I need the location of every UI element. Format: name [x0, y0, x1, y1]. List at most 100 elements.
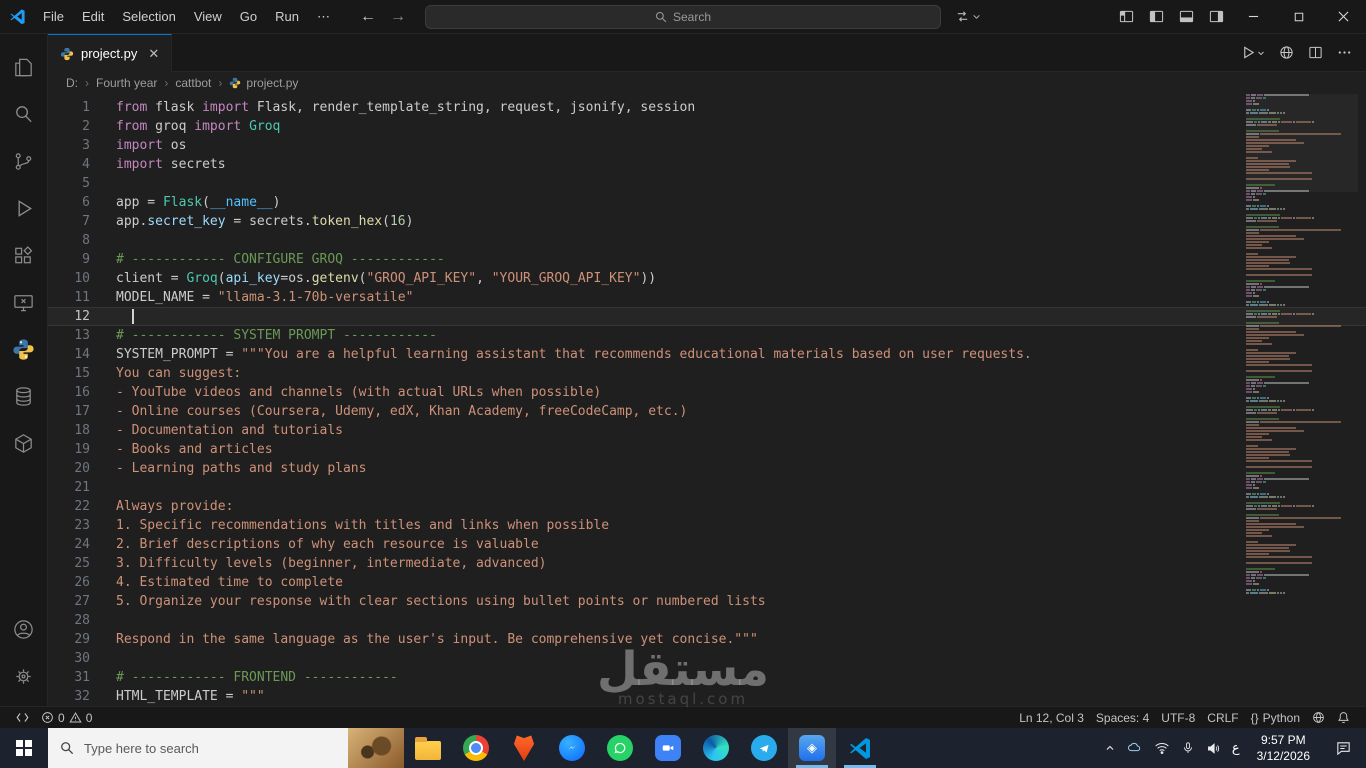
toggle-primary-sidebar-icon[interactable] — [1141, 0, 1171, 34]
code-line[interactable]: 15 You can suggest: — [48, 364, 1366, 383]
eol-indicator[interactable]: CRLF — [1201, 707, 1244, 729]
breadcrumb-file[interactable]: project.py — [229, 76, 298, 90]
code-line[interactable]: 30 — [48, 649, 1366, 668]
clock[interactable]: 9:57 PM 3/12/2026 — [1251, 732, 1316, 764]
speaker-icon[interactable] — [1206, 741, 1221, 756]
file-explorer-icon[interactable] — [404, 728, 452, 768]
breadcrumb-folder-cattbot[interactable]: cattbot — [175, 76, 211, 90]
remote-indicator[interactable] — [10, 707, 35, 729]
forward-arrow-icon[interactable]: → — [390, 8, 406, 26]
hidden-icons-chevron[interactable] — [1104, 742, 1116, 754]
account-icon[interactable] — [0, 606, 48, 653]
live-preview-icon[interactable] — [1279, 45, 1294, 60]
menu-more[interactable]: ⋯ — [308, 5, 339, 29]
code-line[interactable]: 12 — [48, 307, 1366, 326]
toggle-secondary-sidebar-icon[interactable] — [1201, 0, 1231, 34]
code-line[interactable]: 8 — [48, 231, 1366, 250]
code-line[interactable]: 22 Always provide: — [48, 497, 1366, 516]
close-window-button[interactable] — [1321, 0, 1366, 34]
whatsapp-icon[interactable] — [596, 728, 644, 768]
code-line[interactable]: 11 MODEL_NAME = "llama-3.1-70b-versatile" — [48, 288, 1366, 307]
cursor-position-indicator[interactable]: Ln 12, Col 3 — [1013, 707, 1090, 729]
breadcrumb-drive[interactable]: D: — [66, 76, 78, 90]
tab-project-py[interactable]: project.py ✕ — [48, 34, 173, 72]
vscode-taskbar-icon[interactable] — [836, 728, 884, 768]
notifications-bell-icon[interactable] — [1331, 707, 1356, 729]
language-mode-indicator[interactable]: {} Python — [1245, 707, 1306, 729]
extensions-icon[interactable] — [0, 232, 48, 279]
minimap[interactable] — [1246, 94, 1358, 706]
input-language-indicator[interactable]: ع — [1232, 741, 1240, 756]
chrome-icon[interactable] — [452, 728, 500, 768]
code-line[interactable]: 10 client = Groq(api_key=os.getenv("GROQ_… — [48, 269, 1366, 288]
menu-run[interactable]: Run — [266, 5, 308, 28]
customize-layout-icon[interactable] — [1111, 0, 1141, 34]
action-center-icon[interactable] — [1327, 740, 1360, 757]
menu-selection[interactable]: Selection — [113, 5, 184, 28]
microphone-icon[interactable] — [1181, 741, 1195, 755]
run-task-dropdown[interactable] — [955, 9, 981, 24]
remote-desktop-app-icon[interactable]: ◈ — [788, 728, 836, 768]
code-line[interactable]: 9 # ------------ CONFIGURE GROQ ---------… — [48, 250, 1366, 269]
broadcast-icon[interactable] — [1306, 707, 1331, 729]
back-arrow-icon[interactable]: ← — [360, 8, 376, 26]
run-debug-icon[interactable] — [0, 185, 48, 232]
global-search-input[interactable]: Search — [425, 4, 941, 29]
messenger-icon[interactable] — [548, 728, 596, 768]
code-line[interactable]: 14 SYSTEM_PROMPT = """You are a helpful l… — [48, 345, 1366, 364]
menu-go[interactable]: Go — [231, 5, 266, 28]
source-control-icon[interactable] — [0, 138, 48, 185]
telegram-icon[interactable] — [740, 728, 788, 768]
code-line[interactable]: 18- Documentation and tutorials — [48, 421, 1366, 440]
menu-edit[interactable]: Edit — [73, 5, 113, 28]
indentation-indicator[interactable]: Spaces: 4 — [1090, 707, 1155, 729]
maximize-button[interactable] — [1276, 0, 1321, 34]
encoding-indicator[interactable]: UTF-8 — [1155, 707, 1201, 729]
code-line[interactable]: 17- Online courses (Coursera, Udemy, edX… — [48, 402, 1366, 421]
code-line[interactable]: 7 app.secret_key = secrets.token_hex(16) — [48, 212, 1366, 231]
onedrive-cloud-icon[interactable] — [1127, 740, 1143, 756]
code-line[interactable]: 20- Learning paths and study plans — [48, 459, 1366, 478]
python-extension-icon[interactable] — [0, 326, 48, 373]
menu-file[interactable]: File — [34, 5, 73, 28]
code-line[interactable]: 5 — [48, 174, 1366, 193]
explorer-icon[interactable] — [0, 44, 48, 91]
search-sidebar-icon[interactable] — [0, 91, 48, 138]
code-line[interactable]: 16- YouTube videos and channels (with ac… — [48, 383, 1366, 402]
problems-indicator[interactable]: 0 0 — [35, 707, 98, 729]
code-line[interactable]: 13 # ------------ SYSTEM PROMPT ---------… — [48, 326, 1366, 345]
code-line[interactable]: 4 import secrets — [48, 155, 1366, 174]
code-line[interactable]: 21 — [48, 478, 1366, 497]
code-editor[interactable]: 1 from flask import Flask, render_templat… — [48, 94, 1366, 706]
code-line[interactable]: 24 2. Brief descriptions of why each reso… — [48, 535, 1366, 554]
remote-explorer-icon[interactable] — [0, 279, 48, 326]
code-line[interactable]: 25 3. Difficulty levels (beginner, interm… — [48, 554, 1366, 573]
network-icon[interactable] — [1154, 740, 1170, 756]
code-line[interactable]: 19- Books and articles — [48, 440, 1366, 459]
start-button[interactable] — [0, 728, 48, 768]
database-icon[interactable] — [0, 373, 48, 420]
split-editor-icon[interactable] — [1308, 45, 1323, 60]
breadcrumb-folder-fourth-year[interactable]: Fourth year — [96, 76, 157, 90]
taskbar-search-input[interactable]: Type here to search — [48, 728, 348, 768]
menu-view[interactable]: View — [185, 5, 231, 28]
news-widget-thumbnail[interactable] — [348, 728, 404, 768]
code-line[interactable]: 26 4. Estimated time to complete — [48, 573, 1366, 592]
container-cube-icon[interactable] — [0, 420, 48, 467]
code-line[interactable]: 1 from flask import Flask, render_templat… — [48, 98, 1366, 117]
toggle-panel-icon[interactable] — [1171, 0, 1201, 34]
run-python-file-button[interactable] — [1241, 45, 1265, 60]
zoom-icon[interactable] — [644, 728, 692, 768]
edge-icon[interactable] — [692, 728, 740, 768]
tab-close-icon[interactable]: ✕ — [148, 46, 159, 62]
code-line[interactable]: 31 # ------------ FRONTEND ------------ — [48, 668, 1366, 687]
code-line[interactable]: 27 5. Organize your response with clear s… — [48, 592, 1366, 611]
code-line[interactable]: 32 HTML_TEMPLATE = """ — [48, 687, 1366, 706]
code-line[interactable]: 28 — [48, 611, 1366, 630]
brave-icon[interactable] — [500, 728, 548, 768]
code-line[interactable]: 29 Respond in the same language as the us… — [48, 630, 1366, 649]
code-line[interactable]: 2 from groq import Groq — [48, 117, 1366, 136]
code-line[interactable]: 23 1. Specific recommendations with title… — [48, 516, 1366, 535]
minimize-button[interactable] — [1231, 0, 1276, 34]
settings-gear-icon[interactable] — [0, 653, 48, 700]
